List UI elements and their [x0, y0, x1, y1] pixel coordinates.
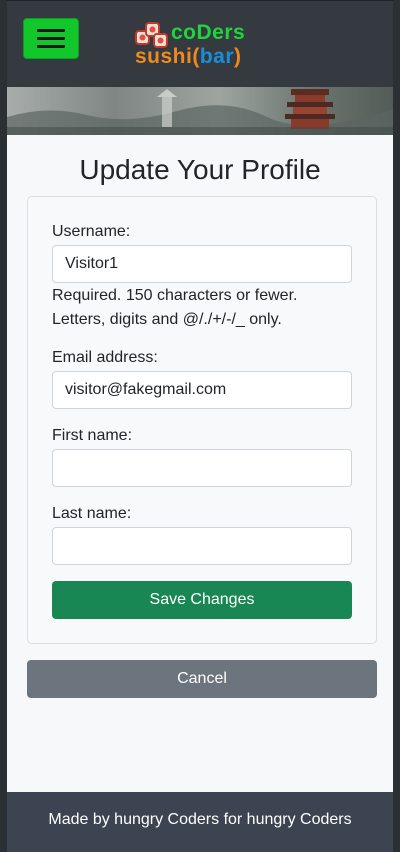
page-title: Update Your Profile	[79, 154, 321, 185]
footer: Made by hungry Coders for hungry Coders	[7, 792, 393, 852]
profile-form-card: Username: Required. 150 characters or fe…	[27, 196, 377, 644]
hamburger-icon-bar	[37, 45, 65, 48]
last-name-label: Last name:	[52, 505, 132, 522]
email-input[interactable]	[52, 371, 352, 409]
logo-paren-open: (	[192, 45, 200, 68]
save-changes-button[interactable]: Save Changes	[52, 581, 352, 619]
hamburger-icon-bar	[37, 29, 65, 32]
username-help-text: Required. 150 characters or fewer. Lette…	[52, 284, 352, 332]
footer-text: Made by hungry Coders for hungry Coders	[48, 811, 352, 828]
logo-text-sushibar: sushi(bar)	[135, 45, 242, 69]
email-label: Email address:	[52, 349, 158, 366]
first-name-input[interactable]	[52, 449, 352, 487]
first-name-label: First name:	[52, 427, 133, 444]
logo-paren-close: )	[234, 45, 242, 68]
hero-banner-image	[7, 87, 393, 135]
menu-toggle-button[interactable]	[23, 18, 79, 59]
navbar: coDers sushi(bar)	[7, 0, 393, 87]
app-frame: coDers sushi(bar) Update Your Profile Us…	[0, 0, 400, 852]
banner-scenery	[7, 89, 393, 135]
username-label: Username:	[52, 223, 131, 240]
brand-logo[interactable]: coDers sushi(bar)	[135, 21, 261, 73]
hamburger-icon-bar	[37, 37, 65, 40]
cancel-button[interactable]: Cancel	[27, 660, 377, 698]
logo-text-coders: coDers	[171, 21, 246, 44]
username-help-line-2: Letters, digits and @/./+/-/_ only.	[52, 311, 282, 328]
logo-text-sushi: sushi	[135, 45, 193, 68]
username-help-line-1: Required. 150 characters or fewer.	[52, 287, 298, 304]
last-name-input[interactable]	[52, 527, 352, 565]
logo-text-bar: bar	[199, 45, 235, 68]
username-input[interactable]	[52, 245, 352, 283]
